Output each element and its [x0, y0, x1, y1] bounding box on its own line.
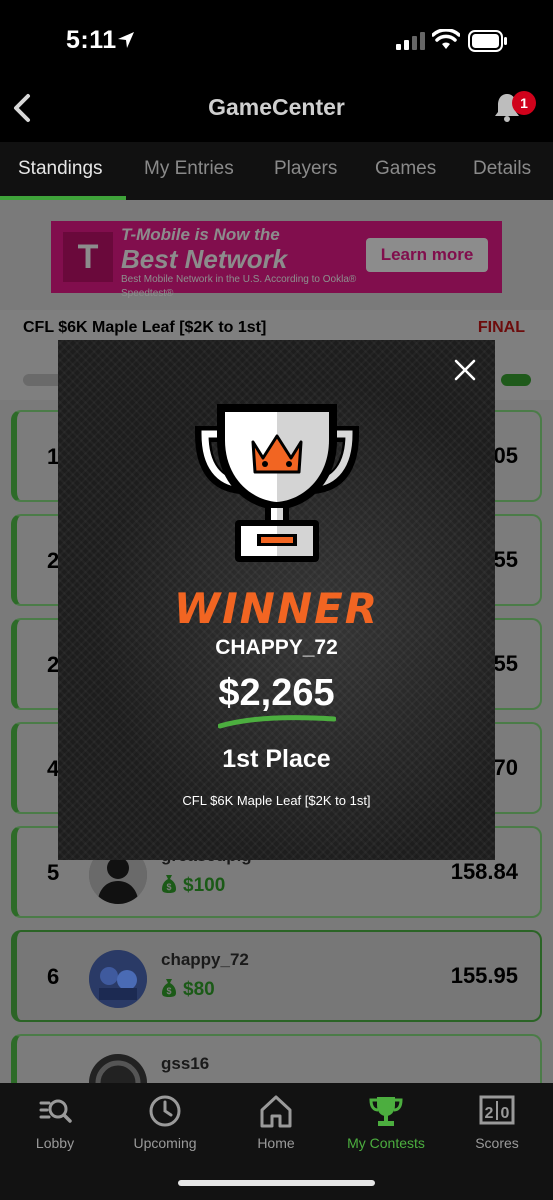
nav-scores[interactable]: 2 0 Scores: [442, 1093, 552, 1151]
tab-my-entries[interactable]: My Entries: [144, 158, 234, 180]
nav-my-contests[interactable]: My Contests: [331, 1093, 441, 1151]
nav-label: My Contests: [347, 1135, 425, 1151]
user-avatar-image: [89, 1054, 147, 1083]
svg-text:$: $: [166, 882, 171, 892]
ad-headline-top: T-Mobile is Now the: [121, 225, 280, 244]
row-username: chappy_72: [161, 950, 249, 969]
row-prize: $ $80: [161, 978, 215, 1001]
tab-games[interactable]: Games: [375, 158, 436, 180]
row-username: gss16: [161, 1054, 210, 1073]
row-rank: 6: [47, 964, 60, 989]
ad-headline-big: Best Network: [121, 244, 288, 274]
tmobile-logo: T: [63, 232, 113, 282]
winner-username: CHAPPY_72: [215, 636, 338, 659]
nav-lobby[interactable]: Lobby: [0, 1093, 110, 1151]
trophy-icon: [195, 404, 359, 562]
ad-text: T-Mobile is Now the Best Network Best Mo…: [121, 225, 361, 301]
row-rank: 5: [47, 860, 60, 885]
wifi-icon: [432, 29, 460, 49]
contest-status-badge: FINAL: [477, 319, 525, 336]
green-swoosh-underline: [218, 715, 336, 729]
svg-text:2: 2: [485, 1105, 494, 1122]
standings-row[interactable]: gss16: [11, 1034, 542, 1083]
money-bag-icon: $: [162, 875, 176, 893]
lobby-search-icon: [39, 1099, 72, 1123]
svg-text:0: 0: [501, 1105, 510, 1122]
row-prize-amount: $100: [183, 875, 226, 896]
status-time: 5:11: [66, 26, 117, 54]
ad-learn-more-button[interactable]: Learn more: [366, 238, 488, 272]
row-score: 55: [493, 651, 518, 676]
nav-label: Upcoming: [133, 1135, 197, 1151]
avatar: [89, 1054, 147, 1083]
row-score: 55: [493, 547, 518, 572]
money-bag-icon: $: [162, 979, 176, 997]
row-score: 158.84: [450, 859, 518, 884]
tab-standings[interactable]: Standings: [18, 158, 103, 180]
status-bar: 5:11: [0, 0, 553, 80]
nav-label: Lobby: [35, 1135, 75, 1151]
tab-players[interactable]: Players: [274, 158, 337, 180]
app-header: GameCenter 1: [0, 80, 553, 142]
finish-place: 1st Place: [222, 745, 331, 773]
home-indicator[interactable]: [178, 1180, 375, 1186]
nav-label: Scores: [475, 1135, 519, 1151]
home-icon: [260, 1095, 292, 1128]
row-score: 155.95: [450, 963, 518, 988]
winner-title: WINNER: [173, 584, 380, 633]
clock-icon: [149, 1095, 181, 1127]
live-progress-indicator: [501, 374, 531, 386]
row-prize: $ $100: [161, 874, 225, 897]
nav-upcoming[interactable]: Upcoming: [110, 1093, 220, 1151]
svg-text:$: $: [166, 986, 171, 996]
cellular-signal-icon: [396, 32, 425, 50]
winnings-amount: $2,265: [218, 672, 335, 714]
row-score: 05: [493, 443, 518, 468]
row-prize-amount: $80: [183, 979, 215, 1000]
row-score: 70: [493, 755, 518, 780]
standings-row-current-user[interactable]: 6 chappy_72 $ $80 155.95: [11, 930, 542, 1022]
nav-home[interactable]: Home: [221, 1093, 331, 1151]
ad-subtext: Best Mobile Network in the U.S. Accordin…: [121, 274, 357, 299]
notification-badge: 1: [512, 91, 536, 115]
contest-name: CFL $6K Maple Leaf [$2K to 1st]: [23, 319, 267, 336]
ad-banner[interactable]: T T-Mobile is Now the Best Network Best …: [51, 221, 502, 299]
trophy-icon: [369, 1097, 403, 1126]
winner-modal: WINNER CHAPPY_72 $2,265 1st Place CFL $6…: [58, 340, 495, 860]
avatar: [89, 950, 147, 1008]
scoreboard-icon: 2 0: [479, 1095, 515, 1125]
location-arrow-icon: [118, 32, 134, 48]
modal-contest-name: CFL $6K Maple Leaf [$2K to 1st]: [182, 793, 371, 808]
battery-icon: [468, 30, 507, 52]
nav-label: Home: [257, 1135, 295, 1151]
tab-bar: Standings My Entries Players Games Detai…: [0, 142, 553, 200]
page-title: GameCenter: [208, 94, 345, 120]
tab-details[interactable]: Details: [473, 158, 531, 180]
user-avatar-image: [89, 950, 147, 1008]
close-icon[interactable]: [453, 358, 477, 382]
